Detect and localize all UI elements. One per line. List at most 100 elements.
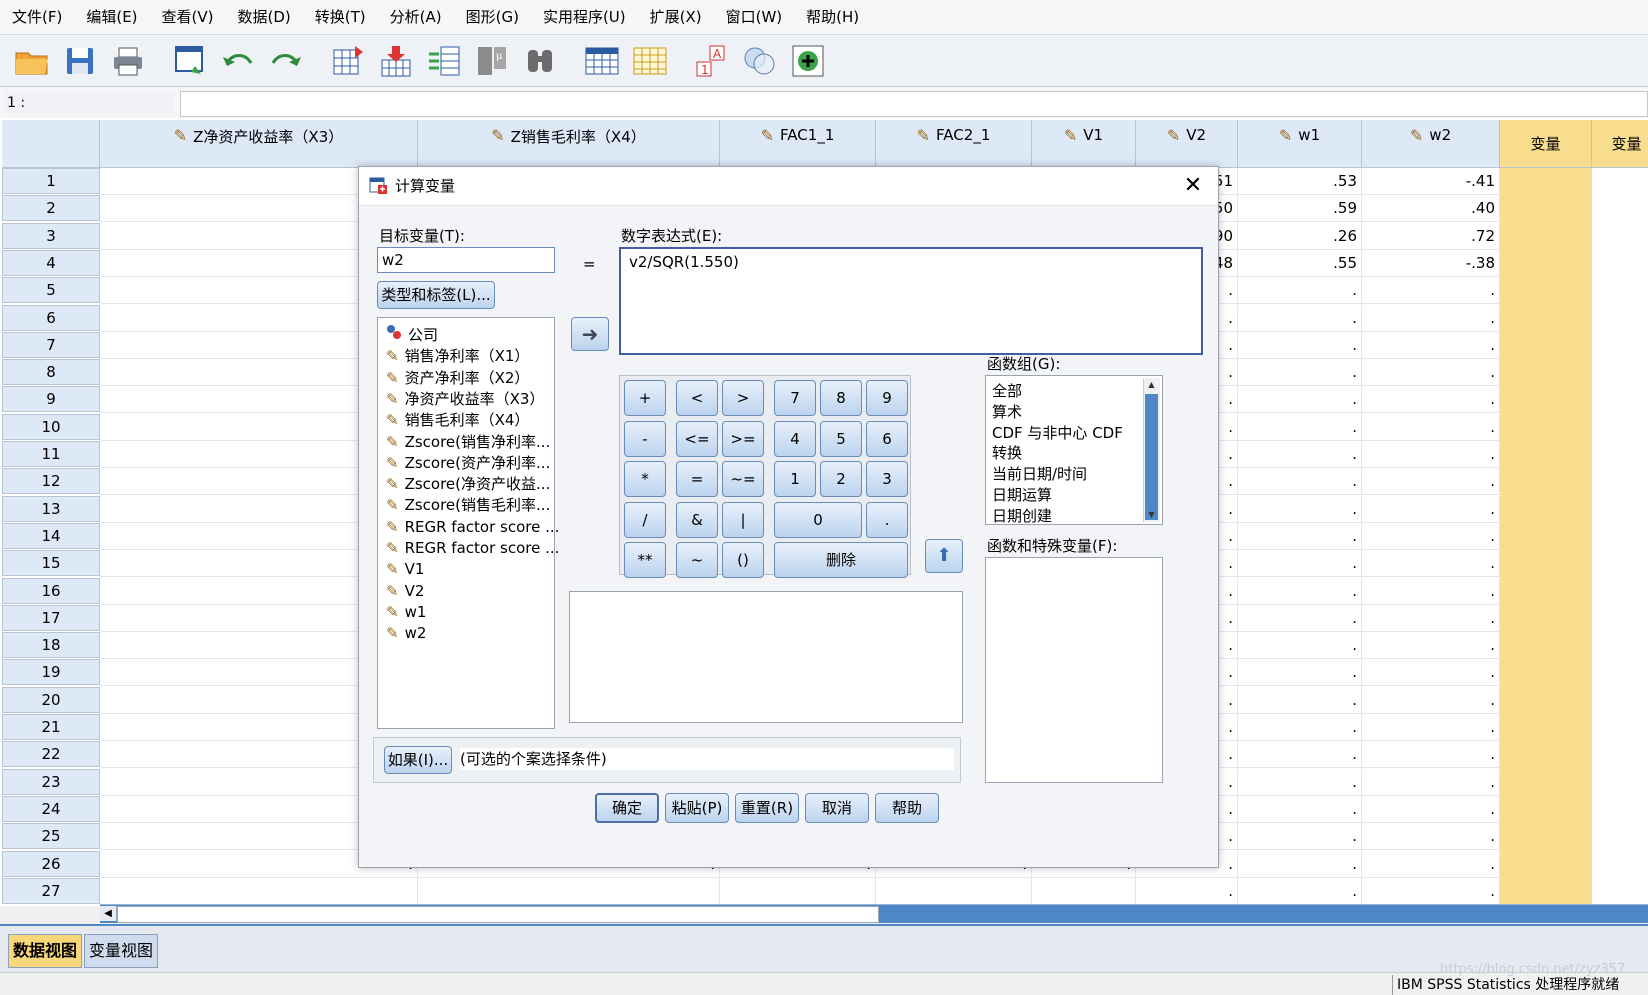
variable-list[interactable]: 公司 ✎ 销售净利率（X1） ✎ 资产净利率（X2） ✎ 净资产收益率（X3） ✎ 销售毛利率（… [377, 317, 559, 729]
numeric-expression-input[interactable]: v2/SQR(1.550) [619, 247, 1203, 355]
grid-cell[interactable]: . [1238, 577, 1362, 605]
grid-corner[interactable] [2, 120, 100, 168]
undo-icon[interactable] [218, 41, 258, 81]
grid-cell[interactable]: . [1238, 686, 1362, 714]
grid-cell[interactable]: . [1362, 632, 1500, 660]
keypad-key[interactable]: 1 [774, 461, 816, 497]
row-header[interactable]: 11 [2, 441, 100, 467]
keypad-key[interactable]: 5 [820, 420, 862, 457]
cell-value-input[interactable] [180, 91, 1648, 117]
variable-list-item[interactable]: ✎ V2 [386, 580, 424, 602]
scroll-left-icon[interactable]: ◀ [100, 906, 117, 921]
grid-cell[interactable]: -.41 [1362, 168, 1500, 195]
grid-cell[interactable]: . [1362, 877, 1500, 905]
row-header[interactable]: 23 [2, 768, 100, 795]
column-header[interactable]: ✎ V2 [1136, 120, 1238, 168]
grid-cell[interactable]: .26 [1238, 222, 1362, 250]
menu-item-0[interactable]: 文件(F) [0, 0, 74, 34]
grid-cell[interactable]: . [1238, 304, 1362, 332]
grid-cell[interactable]: . [1362, 386, 1500, 414]
row-header[interactable]: 3 [2, 222, 100, 249]
function-group-item[interactable]: CDF 与非中心 CDF [992, 422, 1123, 444]
menu-item-10[interactable]: 帮助(H) [794, 0, 871, 34]
grid-cell[interactable]: . [1362, 768, 1500, 796]
grid-cell[interactable]: . [1362, 441, 1500, 468]
column-header[interactable]: 变量 [1592, 120, 1648, 168]
keypad-key[interactable]: 删除 [774, 542, 908, 578]
grid-cell[interactable]: .72 [1362, 222, 1500, 250]
keypad-key[interactable]: > [722, 380, 764, 416]
grid-cell[interactable]: . [1238, 714, 1362, 741]
row-header[interactable]: 14 [2, 522, 100, 549]
row-header[interactable]: 9 [2, 386, 100, 413]
grid-cell[interactable]: . [1238, 659, 1362, 687]
grid-cell[interactable]: . [1362, 277, 1500, 305]
grid-cell[interactable]: . [1238, 495, 1362, 523]
function-group-item[interactable]: 算术 [992, 401, 1022, 423]
grid-cell[interactable]: . [1362, 659, 1500, 687]
grid-cell[interactable]: . [1362, 468, 1500, 496]
grid-cell[interactable]: . [1362, 823, 1500, 851]
row-header[interactable]: 5 [2, 277, 100, 304]
menu-item-5[interactable]: 分析(A) [378, 0, 454, 34]
grid-cell[interactable]: .40 [1362, 195, 1500, 223]
keypad-key[interactable]: = [676, 461, 718, 497]
row-header[interactable]: 4 [2, 249, 100, 276]
keypad-key[interactable]: ** [624, 542, 666, 578]
close-icon[interactable]: ✕ [1180, 173, 1206, 199]
column-header[interactable]: ✎ Z销售毛利率（X4） [418, 120, 720, 168]
function-group-item[interactable]: 当前日期/时间 [992, 463, 1087, 485]
keypad-key[interactable]: & [676, 501, 718, 538]
row-header[interactable]: 19 [2, 659, 100, 686]
grid-cell[interactable]: . [1238, 604, 1362, 632]
grid-cell[interactable]: . [1238, 850, 1362, 878]
menu-item-1[interactable]: 编辑(E) [74, 0, 149, 34]
variable-list-item[interactable]: ✎ REGR factor score ... [386, 516, 559, 538]
grid-cell[interactable]: . [1362, 550, 1500, 578]
function-group-item[interactable]: 全部 [992, 380, 1022, 402]
grid-cell[interactable]: . [1238, 386, 1362, 414]
keypad-key[interactable]: 7 [774, 380, 816, 416]
function-group-scrollbar[interactable]: ▲ ▼ [1143, 378, 1160, 522]
keypad-key[interactable]: + [624, 380, 666, 416]
scroll-thumb[interactable] [117, 906, 879, 923]
horizontal-scrollbar[interactable]: ◀ [100, 904, 1648, 923]
scroll-up-icon[interactable]: ▲ [1144, 378, 1159, 392]
keypad-key[interactable]: 4 [774, 420, 816, 457]
grid-cell[interactable]: .59 [1238, 195, 1362, 223]
variable-list-item[interactable]: ✎ V1 [386, 558, 424, 580]
variable-list-item[interactable]: ✎ Zscore(净资产收益... [386, 473, 550, 495]
if-button[interactable]: 如果(I)... [384, 746, 452, 774]
save-icon[interactable] [60, 41, 100, 81]
grid-cell[interactable] [1032, 877, 1136, 905]
grid-cell[interactable]: . [1362, 304, 1500, 332]
row-header[interactable]: 7 [2, 331, 100, 358]
column-header[interactable]: 变量 [1500, 120, 1592, 168]
keypad-key[interactable]: >= [722, 420, 764, 457]
function-group-item[interactable]: 转换 [992, 442, 1022, 464]
tab-data-view[interactable]: 数据视图 [8, 934, 83, 968]
grid-cell[interactable]: . [1362, 850, 1500, 878]
variable-list-item[interactable]: ✎ w2 [386, 622, 426, 644]
grid-cell[interactable] [418, 877, 720, 905]
variable-list-item[interactable]: ✎ REGR factor score ... [386, 537, 559, 559]
grid-cell[interactable]: . [1238, 413, 1362, 441]
grid-cell[interactable]: . [1238, 522, 1362, 550]
go-to-variable-icon[interactable] [376, 41, 416, 81]
help-button[interactable]: 帮助 [875, 793, 939, 823]
grid-cell[interactable] [720, 877, 876, 905]
keypad-key[interactable]: . [866, 501, 908, 538]
keypad-key[interactable]: ~ [676, 542, 718, 578]
keypad-key[interactable]: - [624, 420, 666, 457]
grid-cell[interactable]: . [1238, 468, 1362, 496]
row-header[interactable]: 10 [2, 413, 100, 440]
menu-item-8[interactable]: 扩展(X) [638, 0, 714, 34]
row-header[interactable]: 26 [2, 850, 100, 877]
scroll-down-icon[interactable]: ▼ [1144, 508, 1159, 522]
insert-cases-icon[interactable] [582, 41, 622, 81]
row-header[interactable]: 27 [2, 877, 100, 904]
grid-cell[interactable]: . [1238, 741, 1362, 769]
grid-cell[interactable]: . [1362, 795, 1500, 823]
column-header[interactable]: ✎ w2 [1362, 120, 1500, 168]
grid-cell[interactable]: . [1136, 877, 1238, 905]
